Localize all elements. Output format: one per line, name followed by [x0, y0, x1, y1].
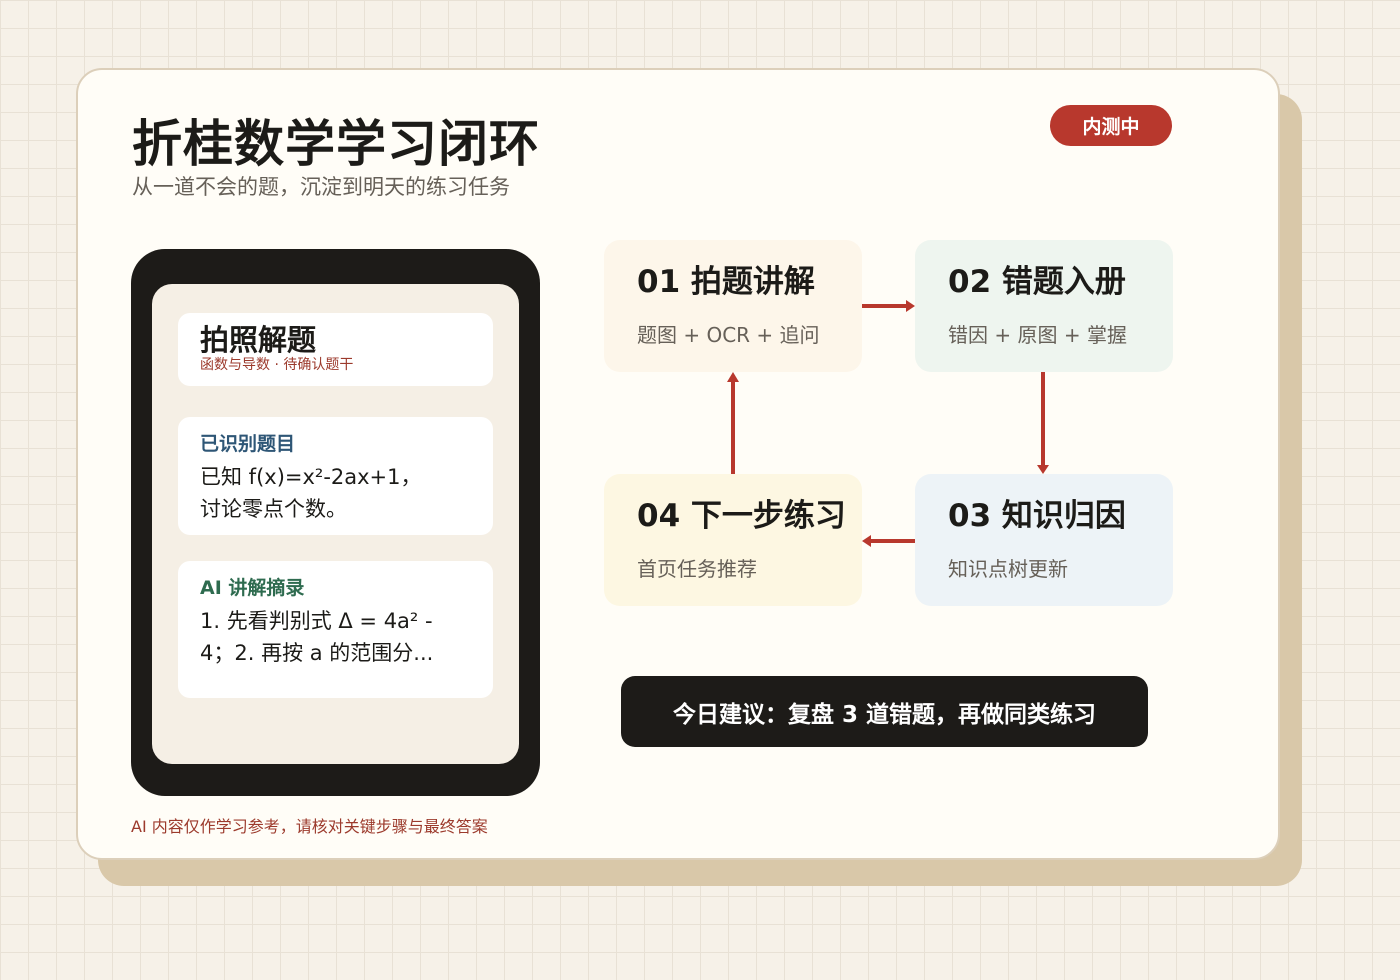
arrow-up-icon	[731, 381, 735, 474]
arrow-down-icon-head	[1037, 465, 1049, 474]
arrow-left-icon	[870, 539, 915, 543]
ai-disclaimer: AI 内容仅作学习参考，请核对关键步骤与最终答案	[131, 817, 488, 836]
arrow-right-icon	[862, 304, 908, 308]
arrow-right-icon-head	[906, 300, 915, 312]
arrow-left-icon-head	[862, 535, 871, 547]
daily-suggestion-button[interactable]: 今日建议：复盘 3 道错题，再做同类练习	[621, 676, 1148, 747]
arrow-up-icon-head	[727, 372, 739, 382]
arrow-down-icon	[1041, 372, 1045, 466]
